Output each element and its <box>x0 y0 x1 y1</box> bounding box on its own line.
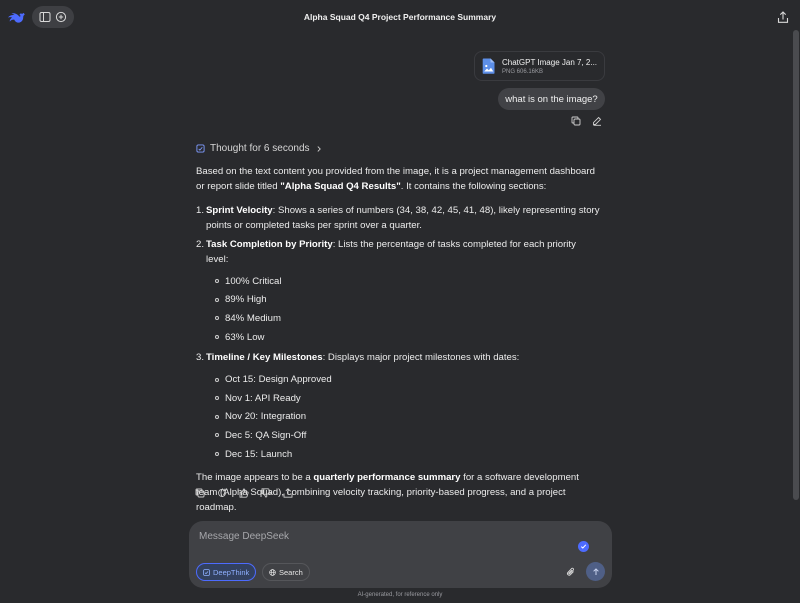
send-button[interactable] <box>586 562 605 581</box>
search-toggle[interactable]: Search <box>262 563 310 581</box>
conversation-title: Alpha Squad Q4 Project Performance Summa… <box>303 12 497 22</box>
search-label: Search <box>279 567 303 577</box>
thumbs-down-icon[interactable] <box>261 488 271 498</box>
disclaimer: AI-generated, for reference only <box>357 592 443 598</box>
arrow-up-icon <box>592 567 599 575</box>
message-input[interactable] <box>199 531 559 542</box>
message-composer: DeepThink Search <box>189 521 612 588</box>
image-file-icon <box>482 58 495 74</box>
list-item: Dec 15: Launch <box>215 445 600 464</box>
attached-file-card[interactable]: ChatGPT Image Jan 7, 2... PNG 606.16KB <box>474 51 605 81</box>
list-item: 1. Sprint Velocity: Shows a series of nu… <box>196 205 600 231</box>
list-item: 63% Low <box>215 328 600 347</box>
chat-page: Alpha Squad Q4 Project Performance Summa… <box>0 0 800 603</box>
milestone-list: Oct 15: Design Approved Nov 1: API Ready… <box>215 370 600 463</box>
deepthink-toggle[interactable]: DeepThink <box>196 563 257 581</box>
copy-icon[interactable] <box>571 116 581 126</box>
edit-icon[interactable] <box>592 116 602 126</box>
user-message-bubble: what is on the image? <box>498 88 605 110</box>
deepthink-label: DeepThink <box>213 567 250 577</box>
list-item: Nov 1: API Ready <box>215 389 600 408</box>
list-item: 2. Task Completion by Priority: Lists th… <box>196 239 576 265</box>
list-item: 3. Timeline / Key Milestones: Displays m… <box>196 352 520 364</box>
list-item: Dec 5: QA Sign-Off <box>215 426 600 445</box>
intro-paragraph: Based on the text content you provided f… <box>196 166 595 192</box>
file-name: ChatGPT Image Jan 7, 2... <box>502 57 597 67</box>
thought-toggle[interactable]: Thought for 6 seconds <box>196 143 323 154</box>
share-icon[interactable] <box>283 488 293 498</box>
chevron-right-icon <box>317 145 321 152</box>
list-item: Oct 15: Design Approved <box>215 370 600 389</box>
copy-icon[interactable] <box>195 488 205 498</box>
thumbs-up-icon[interactable] <box>239 488 249 498</box>
user-message-actions <box>571 116 602 126</box>
assistant-message-actions <box>195 488 293 498</box>
deepthink-icon <box>203 568 210 576</box>
list-item: Nov 20: Integration <box>215 408 600 427</box>
deepthink-icon <box>196 144 205 153</box>
list-item: 100% Critical <box>215 272 600 291</box>
regenerate-icon[interactable] <box>217 488 227 498</box>
assistant-answer: Based on the text content you provided f… <box>196 164 600 515</box>
share-icon[interactable] <box>777 11 789 24</box>
globe-icon <box>269 568 276 576</box>
paperclip-icon[interactable] <box>566 566 576 578</box>
thought-label: Thought for 6 seconds <box>210 143 310 154</box>
scrollbar[interactable] <box>793 30 799 500</box>
priority-list: 100% Critical 89% High 84% Medium 63% Lo… <box>215 272 600 346</box>
list-item: 89% High <box>215 291 600 310</box>
check-badge-icon <box>578 541 589 552</box>
file-meta: PNG 606.16KB <box>502 68 544 75</box>
list-item: 84% Medium <box>215 309 600 328</box>
